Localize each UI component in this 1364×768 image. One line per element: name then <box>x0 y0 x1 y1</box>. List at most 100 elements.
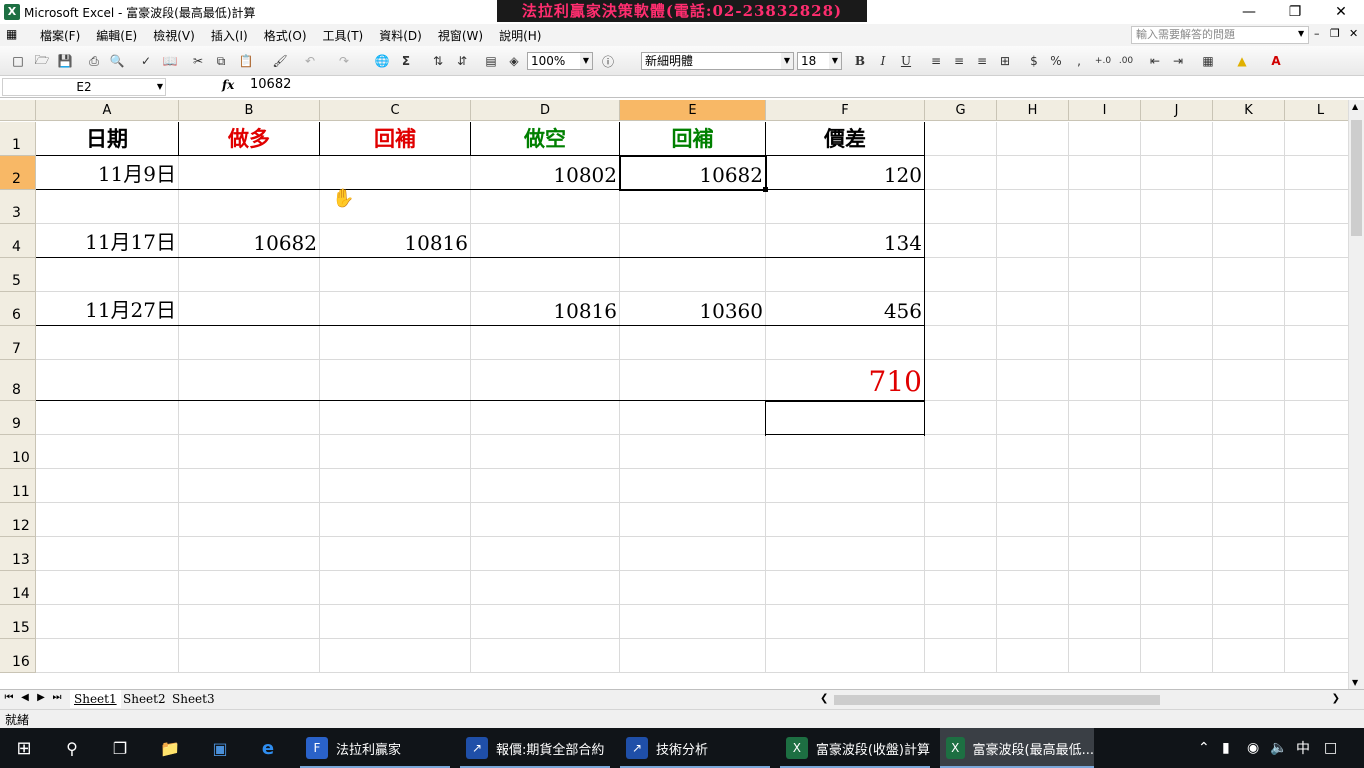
cell-e8[interactable] <box>620 360 766 401</box>
cell-h6[interactable] <box>997 292 1069 326</box>
cell-a1[interactable]: 日期 <box>36 122 179 156</box>
cell-h2[interactable] <box>997 156 1069 190</box>
cell-b7[interactable] <box>179 326 320 360</box>
help-search-input[interactable]: 輸入需要解答的問題 <box>1131 26 1309 44</box>
cell-g9[interactable] <box>925 401 997 435</box>
cell-f11[interactable] <box>766 469 925 503</box>
cell-g6[interactable] <box>925 292 997 326</box>
cell-c15[interactable] <box>320 605 471 639</box>
cell-k10[interactable] <box>1213 435 1285 469</box>
column-header-e[interactable]: E <box>620 100 766 121</box>
doc-close-button[interactable]: ✕ <box>1349 27 1358 40</box>
sheet-tab-sheet3[interactable]: Sheet3 <box>168 690 219 708</box>
file-explorer-icon[interactable]: 📁 <box>156 728 184 768</box>
cell-f1[interactable]: 價差 <box>766 122 925 156</box>
cell-i10[interactable] <box>1069 435 1141 469</box>
cell-f15[interactable] <box>766 605 925 639</box>
row-header-13[interactable]: 13 <box>0 537 36 571</box>
cell-a3[interactable] <box>36 190 179 224</box>
cell-i14[interactable] <box>1069 571 1141 605</box>
cell-f6[interactable]: 456 <box>766 292 925 326</box>
row-header-4[interactable]: 4 <box>0 224 36 258</box>
cell-b2[interactable] <box>179 156 320 190</box>
percent-icon[interactable]: % <box>1046 52 1066 70</box>
cell-g8[interactable] <box>925 360 997 401</box>
cell-k6[interactable] <box>1213 292 1285 326</box>
cell-h16[interactable] <box>997 639 1069 673</box>
cell-b10[interactable] <box>179 435 320 469</box>
cell-f9[interactable] <box>766 401 925 435</box>
cell-e11[interactable] <box>620 469 766 503</box>
cell-i8[interactable] <box>1069 360 1141 401</box>
cell-c12[interactable] <box>320 503 471 537</box>
research-icon[interactable]: 📖 <box>160 52 180 70</box>
column-header-b[interactable]: B <box>179 100 320 121</box>
scroll-up-icon[interactable]: ▲ <box>1352 102 1358 111</box>
cell-j9[interactable] <box>1141 401 1213 435</box>
cell-b14[interactable] <box>179 571 320 605</box>
cell-j7[interactable] <box>1141 326 1213 360</box>
print-preview-icon[interactable]: 🔍 <box>107 52 127 70</box>
cell-c16[interactable] <box>320 639 471 673</box>
cell-d3[interactable] <box>471 190 620 224</box>
row-header-16[interactable]: 16 <box>0 639 36 673</box>
cell-a6[interactable]: 11月27日 <box>36 292 179 326</box>
cell-f4[interactable]: 134 <box>766 224 925 258</box>
cell-j16[interactable] <box>1141 639 1213 673</box>
cell-h5[interactable] <box>997 258 1069 292</box>
vertical-scroll-thumb[interactable] <box>1351 120 1362 236</box>
cell-k11[interactable] <box>1213 469 1285 503</box>
search-icon[interactable]: ⚲ <box>58 728 86 768</box>
cell-i16[interactable] <box>1069 639 1141 673</box>
cell-d8[interactable] <box>471 360 620 401</box>
format-painter-icon[interactable]: 🖌 <box>270 52 290 70</box>
menu-view[interactable]: 檢視(V) <box>145 27 203 44</box>
cell-l13[interactable] <box>1285 537 1348 571</box>
cell-d11[interactable] <box>471 469 620 503</box>
cell-b13[interactable] <box>179 537 320 571</box>
cell-j2[interactable] <box>1141 156 1213 190</box>
doc-restore-button[interactable]: ❐ <box>1330 27 1340 40</box>
cell-i6[interactable] <box>1069 292 1141 326</box>
cell-l15[interactable] <box>1285 605 1348 639</box>
cell-c11[interactable] <box>320 469 471 503</box>
help-icon[interactable]: ⓘ <box>598 52 618 70</box>
cell-f16[interactable] <box>766 639 925 673</box>
select-all-corner[interactable] <box>0 100 36 121</box>
cell-a4[interactable]: 11月17日 <box>36 224 179 258</box>
cell-e1[interactable]: 回補 <box>620 122 766 156</box>
cell-a15[interactable] <box>36 605 179 639</box>
cell-c7[interactable] <box>320 326 471 360</box>
cell-k4[interactable] <box>1213 224 1285 258</box>
cell-e7[interactable] <box>620 326 766 360</box>
cell-g12[interactable] <box>925 503 997 537</box>
cell-k8[interactable] <box>1213 360 1285 401</box>
cell-c8[interactable] <box>320 360 471 401</box>
font-select[interactable]: 新細明體 ▼ <box>641 52 794 70</box>
cell-j12[interactable] <box>1141 503 1213 537</box>
sort-ascending-icon[interactable]: ⇅ <box>428 52 448 70</box>
row-header-6[interactable]: 6 <box>0 292 36 326</box>
cell-g10[interactable] <box>925 435 997 469</box>
taskbar-item-excel-highlow[interactable]: X 富豪波段(最高最低... <box>940 728 1094 768</box>
cell-e3[interactable] <box>620 190 766 224</box>
cell-f10[interactable] <box>766 435 925 469</box>
open-icon[interactable]: 🗁 <box>32 52 52 70</box>
cell-g2[interactable] <box>925 156 997 190</box>
cell-a10[interactable] <box>36 435 179 469</box>
internet-explorer-icon[interactable]: e <box>254 728 282 768</box>
save-icon[interactable]: 💾 <box>55 52 75 70</box>
document-icon[interactable]: ▦ <box>6 27 28 43</box>
cell-c6[interactable] <box>320 292 471 326</box>
cut-icon[interactable]: ✂ <box>188 52 208 70</box>
cell-g7[interactable] <box>925 326 997 360</box>
merge-center-icon[interactable]: ⊞ <box>995 52 1015 70</box>
row-header-2[interactable]: 2 <box>0 156 36 190</box>
cell-l6[interactable] <box>1285 292 1348 326</box>
cell-j1[interactable] <box>1141 122 1213 156</box>
horizontal-scrollbar[interactable]: ❮ ❯ <box>818 693 1342 707</box>
cell-d7[interactable] <box>471 326 620 360</box>
cell-h10[interactable] <box>997 435 1069 469</box>
cell-i11[interactable] <box>1069 469 1141 503</box>
column-header-i[interactable]: I <box>1069 100 1141 121</box>
